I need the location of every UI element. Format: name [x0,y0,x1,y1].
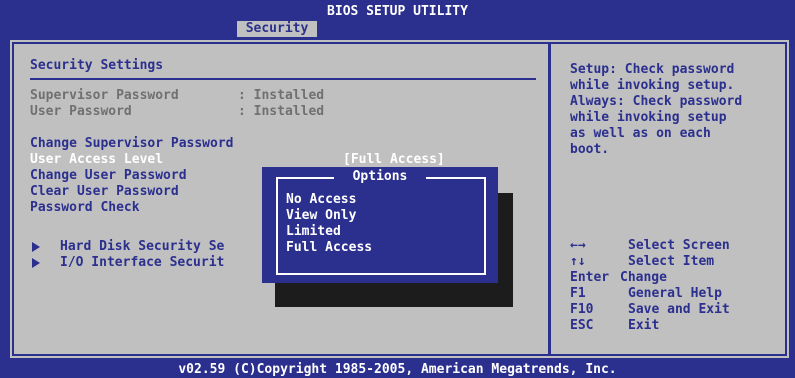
help-line: boot. [570,142,610,157]
help-line: as well as on each [570,126,711,141]
submenu-arrow-icon [32,242,40,252]
submenu-arrow-icon [32,258,40,268]
change-user-password-item[interactable]: Change User Password [30,168,187,184]
change-supervisor-password-item[interactable]: Change Supervisor Password [30,136,234,152]
user-access-level-value[interactable]: [Full Access] [343,152,445,168]
key-action: Select Item [628,254,715,269]
option-limited[interactable]: Limited [286,224,341,240]
key-action: Exit [628,318,660,333]
help-line: while invoking setup [570,110,727,125]
key-name: F10 [570,302,594,317]
key-action: General Help [628,286,722,301]
up-down-arrows-icon: ↑↓ [570,254,586,269]
option-full-access[interactable]: Full Access [286,240,372,256]
bios-title: BIOS SETUP UTILITY [327,4,468,19]
supervisor-password-label: Supervisor Password [30,88,179,103]
option-no-access[interactable]: No Access [286,192,356,208]
clear-user-password-item[interactable]: Clear User Password [30,184,179,200]
tab-security[interactable]: Security [237,21,317,37]
section-underline [30,78,536,80]
password-check-item[interactable]: Password Check [30,200,140,216]
option-view-only[interactable]: View Only [286,208,356,224]
help-line: Always: Check password [570,94,743,109]
key-name: F1 [570,286,586,301]
key-name: Enter [570,270,610,285]
user-access-level-item[interactable]: User Access Level [30,152,163,168]
help-line: while invoking setup. [570,78,735,93]
hard-disk-security-submenu[interactable]: Hard Disk Security Se [60,239,224,255]
popup-title: Options [352,169,408,184]
supervisor-password-status: : Installed [238,88,325,103]
left-right-arrows-icon: ←→ [570,238,586,253]
user-password-label: User Password [30,104,132,119]
key-action: Save and Exit [628,302,730,317]
user-password-status: : Installed [238,104,325,119]
key-action: Change [620,270,667,285]
panel-divider [548,44,551,354]
io-interface-security-submenu[interactable]: I/O Interface Securit [60,255,224,271]
key-name: ESC [570,318,594,333]
key-action: Select Screen [628,238,730,253]
help-line: Setup: Check password [570,62,735,77]
options-popup: Options No Access View Only Limited Full… [262,167,498,283]
section-title: Security Settings [30,58,164,73]
